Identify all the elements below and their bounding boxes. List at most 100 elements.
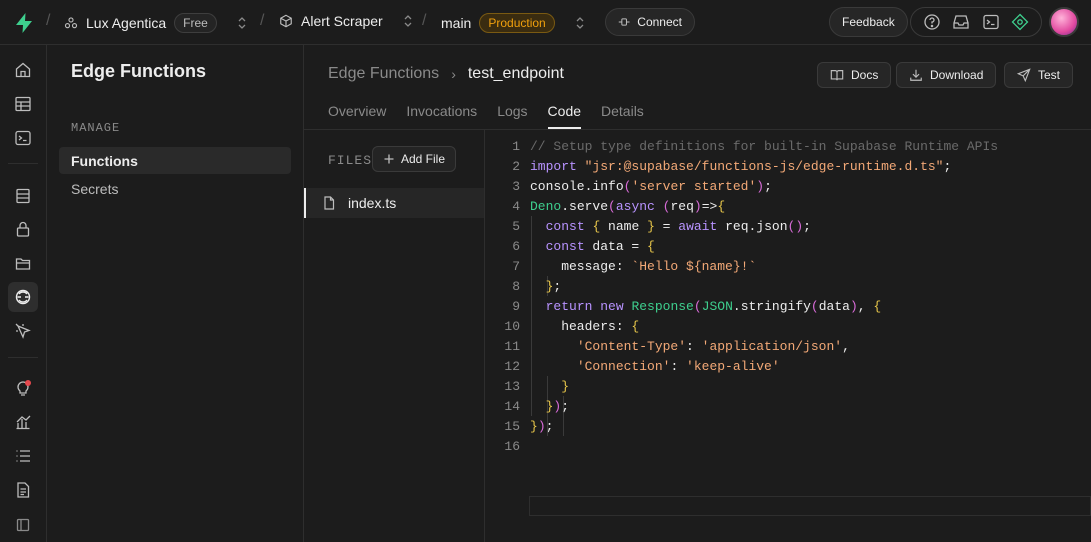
rail-advisors[interactable] — [8, 373, 38, 403]
rail-authentication[interactable] — [8, 214, 38, 244]
connect-label: Connect — [637, 15, 682, 29]
tab-code[interactable]: Code — [547, 103, 582, 129]
rail-collapse[interactable] — [8, 510, 38, 540]
supabase-logo-icon[interactable] — [12, 11, 36, 35]
branch-name: main — [441, 15, 472, 31]
code-text: }; — [545, 278, 562, 294]
code-line[interactable]: 11 'Content-Type': 'application/json', — [485, 336, 1091, 356]
line-number: 1 — [512, 138, 520, 154]
tab-overview[interactable]: Overview — [328, 103, 386, 129]
topbar-icon-group — [910, 7, 1042, 37]
rail-divider — [8, 357, 38, 358]
logs-icon — [16, 450, 30, 462]
code-text: const data = { — [545, 238, 655, 254]
table-editor-icon — [15, 96, 31, 112]
line-number: 4 — [512, 198, 520, 214]
line-number: 11 — [504, 338, 520, 354]
home-icon — [15, 62, 31, 78]
connect-button[interactable]: Connect — [605, 8, 695, 36]
test-button[interactable]: Test — [1004, 62, 1074, 88]
function-tabs: Overview Invocations Logs Code Details — [328, 103, 644, 129]
production-badge: Production — [479, 13, 555, 33]
project-box-icon — [280, 14, 292, 28]
reports-icon — [16, 415, 31, 430]
edge-functions-icon — [15, 289, 31, 305]
top-bar: / Lux Agentica Free / Alert Scraper / ma… — [0, 0, 1091, 45]
inbox-icon[interactable] — [952, 13, 970, 31]
org-selector[interactable]: Lux Agentica Free — [64, 13, 249, 33]
code-editor[interactable]: 1 // Setup type definitions for built-in … — [485, 130, 1091, 542]
line-number: 2 — [512, 158, 520, 174]
line-number: 13 — [504, 378, 520, 394]
code-line[interactable]: 12 'Connection': 'keep-alive' — [485, 356, 1091, 376]
code-line[interactable]: 6 const data = { — [485, 236, 1091, 256]
line-number: 15 — [504, 418, 520, 434]
breadcrumb-separator: / — [260, 12, 265, 29]
docs-button[interactable]: Docs — [817, 62, 892, 88]
code-text: Deno.serve(async (req)=>{ — [530, 198, 726, 214]
rail-storage[interactable] — [8, 248, 38, 278]
breadcrumb-parent[interactable]: Edge Functions — [328, 65, 439, 83]
code-text: // Setup type definitions for built-in S… — [530, 138, 999, 154]
sidebar-section-heading: MANAGE — [71, 121, 121, 135]
code-line[interactable]: 1 // Setup type definitions for built-in … — [485, 136, 1091, 156]
org-icon — [64, 17, 78, 29]
code-line[interactable]: 3 console.info('server started'); — [485, 176, 1091, 196]
test-label: Test — [1038, 68, 1061, 82]
sql-editor-icon — [15, 130, 31, 146]
download-button[interactable]: Download — [896, 62, 997, 88]
project-selector[interactable]: Alert Scraper — [279, 13, 415, 29]
code-line[interactable]: 8 }; — [485, 276, 1091, 296]
code-line[interactable]: 7 message: `Hello ${name}!` — [485, 256, 1091, 276]
terminal-icon[interactable] — [982, 13, 1000, 31]
code-text: headers: { — [530, 318, 640, 334]
org-name: Lux Agentica — [86, 15, 167, 31]
line-number: 16 — [504, 438, 520, 454]
line-number: 7 — [512, 258, 520, 274]
chevron-updown-icon[interactable] — [401, 14, 415, 28]
code-line[interactable]: 15}); — [485, 416, 1091, 436]
rail-edge-functions[interactable] — [8, 282, 38, 312]
rail-home[interactable] — [8, 55, 38, 85]
code-line[interactable]: 10 headers: { — [485, 316, 1091, 336]
tab-details[interactable]: Details — [601, 103, 644, 129]
chevron-updown-icon[interactable] — [235, 16, 249, 30]
code-line[interactable]: 5 const { name } = await req.json(); — [485, 216, 1091, 236]
code-line[interactable]: 2 import "jsr:@supabase/functions-js/edge… — [485, 156, 1091, 176]
user-avatar[interactable] — [1049, 7, 1079, 37]
code-text: const { name } = await req.json(); — [545, 218, 811, 234]
rail-table-editor[interactable] — [8, 89, 38, 119]
page-title: test_endpoint — [467, 65, 564, 82]
code-line[interactable]: 13 } — [485, 376, 1091, 396]
file-item-index-ts[interactable]: index.ts — [304, 188, 484, 218]
code-line[interactable]: 9 return new Response(JSON.stringify(dat… — [485, 296, 1091, 316]
code-line[interactable]: 4 Deno.serve(async (req)=>{ — [485, 196, 1091, 216]
download-label: Download — [930, 68, 984, 82]
tab-logs[interactable]: Logs — [497, 103, 527, 129]
sidebar-item-functions[interactable]: Functions — [59, 147, 291, 174]
storage-icon — [15, 258, 31, 270]
add-file-button[interactable]: Add File — [372, 146, 457, 172]
collapse-sidebar-icon — [16, 518, 30, 532]
code-line[interactable]: 16 — [485, 436, 1091, 456]
branch-selector[interactable]: main Production — [441, 13, 587, 33]
rail-docs[interactable] — [8, 475, 38, 505]
code-line[interactable]: 14 }); — [485, 396, 1091, 416]
rail-reports[interactable] — [8, 407, 38, 437]
main-panel: Edge Functions › test_endpoint Docs Down… — [304, 45, 1091, 542]
edge-functions-sidebar: Edge Functions MANAGE Functions Secrets — [47, 45, 304, 542]
chevron-updown-icon[interactable] — [573, 16, 587, 30]
tab-invocations[interactable]: Invocations — [406, 103, 477, 129]
feedback-label: Feedback — [842, 15, 895, 29]
sidebar-item-secrets[interactable]: Secrets — [59, 175, 291, 202]
rail-logs[interactable] — [8, 441, 38, 471]
chevron-right-icon: › — [451, 66, 456, 82]
help-icon[interactable] — [923, 13, 941, 31]
code-text: }); — [530, 418, 554, 434]
rail-realtime[interactable] — [8, 316, 38, 346]
line-number: 9 — [512, 298, 520, 314]
assistant-icon[interactable] — [1011, 13, 1029, 31]
rail-sql-editor[interactable] — [8, 123, 38, 153]
feedback-button[interactable]: Feedback — [829, 7, 908, 37]
rail-database[interactable] — [8, 181, 38, 211]
